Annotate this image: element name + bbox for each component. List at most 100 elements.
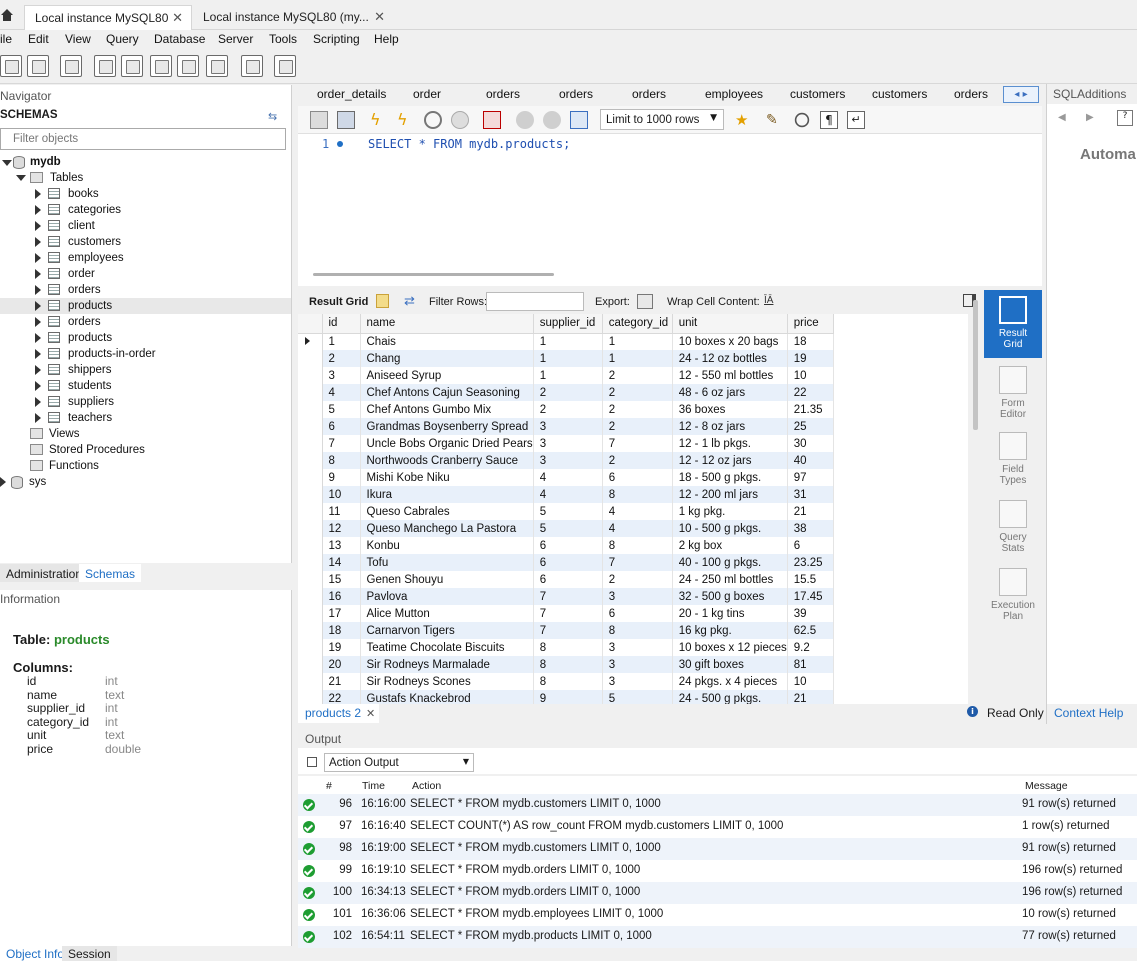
result-grid-label[interactable]: Result Grid	[309, 296, 368, 308]
refresh-icon[interactable]: ⇄	[404, 293, 415, 309]
table-row[interactable]: 17 Alice Mutton 7 6 20 - 1 kg tins 39	[298, 605, 834, 622]
create-table-icon[interactable]	[121, 55, 143, 77]
session-tab[interactable]: Session	[62, 946, 117, 961]
open-folder-icon[interactable]	[310, 111, 328, 129]
table-cell[interactable]: 17	[322, 605, 361, 622]
table-cell[interactable]: 4	[533, 469, 603, 486]
table-cell[interactable]: 6	[533, 554, 603, 571]
output-row[interactable]: 102 16:54:11 SELECT * FROM mydb.products L…	[298, 926, 1137, 948]
row-indicator[interactable]	[298, 486, 323, 503]
find-icon[interactable]	[794, 112, 810, 128]
autocommit-icon[interactable]	[570, 111, 588, 129]
menu-server[interactable]: Server	[218, 32, 253, 46]
wrap-cell-icon[interactable]: ĪĀ	[764, 295, 773, 306]
table-row[interactable]: 18 Carnarvon Tigers 7 8 16 kg pkg. 62.5	[298, 622, 834, 639]
table-cell[interactable]: 18	[322, 622, 361, 639]
table-cell[interactable]: 40	[787, 452, 834, 469]
views-node[interactable]: Views	[49, 428, 79, 440]
row-indicator[interactable]	[298, 605, 323, 622]
table-cell[interactable]: 1	[602, 350, 673, 367]
table-cell[interactable]: 7	[533, 588, 603, 605]
table-node[interactable]: products	[68, 300, 112, 312]
table-node[interactable]: books	[68, 188, 99, 200]
table-cell[interactable]: 2	[322, 350, 361, 367]
table-cell[interactable]: 24 - 250 ml bottles	[672, 571, 788, 588]
table-cell[interactable]: 10	[787, 367, 834, 384]
table-cell[interactable]: 19	[787, 350, 834, 367]
new-sql-tab-icon[interactable]	[0, 55, 22, 77]
table-node[interactable]: shippers	[68, 364, 111, 376]
save-icon[interactable]	[337, 111, 355, 129]
schema-mydb[interactable]: mydb	[30, 156, 61, 168]
create-view-icon[interactable]	[150, 55, 172, 77]
table-cell[interactable]: 10 boxes x 20 bags	[672, 333, 788, 350]
grid-scrollbar-thumb[interactable]	[973, 300, 978, 430]
table-cell[interactable]: 8	[602, 486, 673, 503]
table-row[interactable]: 12 Queso Manchego La Pastora 5 4 10 - 500 g …	[298, 520, 834, 537]
invisible-chars-icon[interactable]: ¶	[820, 111, 838, 129]
table-row[interactable]: 13 Konbu 6 8 2 kg box 6	[298, 537, 834, 554]
table-cell[interactable]: 12 - 12 oz jars	[672, 452, 788, 469]
table-cell[interactable]: 7	[602, 554, 673, 571]
table-node[interactable]: suppliers	[68, 396, 114, 408]
table-cell[interactable]: 1	[533, 350, 603, 367]
open-sql-file-icon[interactable]	[27, 55, 49, 77]
output-row[interactable]: 97 16:16:40 SELECT COUNT(*) AS row_count F…	[298, 816, 1137, 838]
table-cell[interactable]: 3	[602, 639, 673, 656]
table-cell[interactable]: Pavlova	[360, 588, 534, 605]
output-row[interactable]: 96 16:16:00 SELECT * FROM mydb.customers L…	[298, 794, 1137, 816]
column-header[interactable]: id	[322, 314, 361, 334]
table-row[interactable]: 9 Mishi Kobe Niku 4 6 18 - 500 g pkgs. 97	[298, 469, 834, 486]
table-row[interactable]: 20 Sir Rodneys Marmalade 8 3 30 gift boxes 81	[298, 656, 834, 673]
expand-icon[interactable]	[35, 269, 41, 279]
table-cell[interactable]: Sir Rodneys Marmalade	[360, 656, 534, 673]
forward-icon[interactable]: ▶	[1086, 112, 1094, 123]
expand-icon[interactable]	[35, 381, 41, 391]
output-type-select[interactable]: Action Output ▼	[324, 753, 474, 772]
table-row[interactable]: 19 Teatime Chocolate Biscuits 8 3 10 boxes x…	[298, 639, 834, 656]
back-icon[interactable]: ◀	[1058, 112, 1066, 123]
create-procedure-icon[interactable]	[177, 55, 199, 77]
table-node[interactable]: orders	[68, 284, 101, 296]
row-indicator[interactable]	[298, 622, 323, 639]
help-toggle-icon[interactable]: ?	[1117, 110, 1133, 126]
table-cell[interactable]: 21.35	[787, 401, 834, 418]
row-indicator[interactable]	[298, 469, 323, 486]
table-cell[interactable]: 8	[602, 622, 673, 639]
menu-view[interactable]: View	[65, 32, 91, 46]
row-indicator[interactable]	[298, 503, 323, 520]
table-row[interactable]: 6 Grandmas Boysenberry Spread 3 2 12 - 8 oz …	[298, 418, 834, 435]
table-cell[interactable]: Uncle Bobs Organic Dried Pears	[360, 435, 534, 452]
table-cell[interactable]: 1 kg pkg.	[672, 503, 788, 520]
table-row[interactable]: 11 Queso Cabrales 5 4 1 kg pkg. 21	[298, 503, 834, 520]
table-cell[interactable]: 6	[787, 537, 834, 554]
result-grid-button[interactable]: Result Grid	[984, 290, 1042, 358]
administration-tab[interactable]: Administration	[0, 564, 89, 582]
table-cell[interactable]: 62.5	[787, 622, 834, 639]
grid-icon[interactable]	[376, 294, 389, 308]
tab-orders[interactable]: orders	[632, 87, 666, 101]
table-node[interactable]: client	[68, 220, 95, 232]
menu-scripting[interactable]: Scripting	[313, 32, 360, 46]
menu-database[interactable]: Database	[154, 32, 205, 46]
table-cell[interactable]: 20 - 1 kg tins	[672, 605, 788, 622]
reconnect-icon[interactable]	[274, 55, 296, 77]
column-header[interactable]: category_id	[602, 314, 673, 334]
table-cell[interactable]: 16 kg pkg.	[672, 622, 788, 639]
table-cell[interactable]: 48 - 6 oz jars	[672, 384, 788, 401]
tab-customers[interactable]: customers	[872, 87, 927, 101]
table-cell[interactable]: Aniseed Syrup	[360, 367, 534, 384]
table-row[interactable]: 2 Chang 1 1 24 - 12 oz bottles 19	[298, 350, 834, 367]
table-cell[interactable]: 4	[322, 384, 361, 401]
table-cell[interactable]: 9.2	[787, 639, 834, 656]
close-icon[interactable]: ✕	[374, 9, 385, 25]
table-cell[interactable]: 2 kg box	[672, 537, 788, 554]
table-cell[interactable]: 3	[533, 452, 603, 469]
table-cell[interactable]: 21	[787, 503, 834, 520]
table-cell[interactable]: 18	[787, 333, 834, 350]
table-cell[interactable]: 19	[322, 639, 361, 656]
result-grid[interactable]: id name supplier_id category_id unit price 1C…	[298, 314, 968, 706]
home-icon[interactable]	[0, 8, 14, 22]
table-cell[interactable]: 4	[602, 503, 673, 520]
table-cell[interactable]: 10	[322, 486, 361, 503]
